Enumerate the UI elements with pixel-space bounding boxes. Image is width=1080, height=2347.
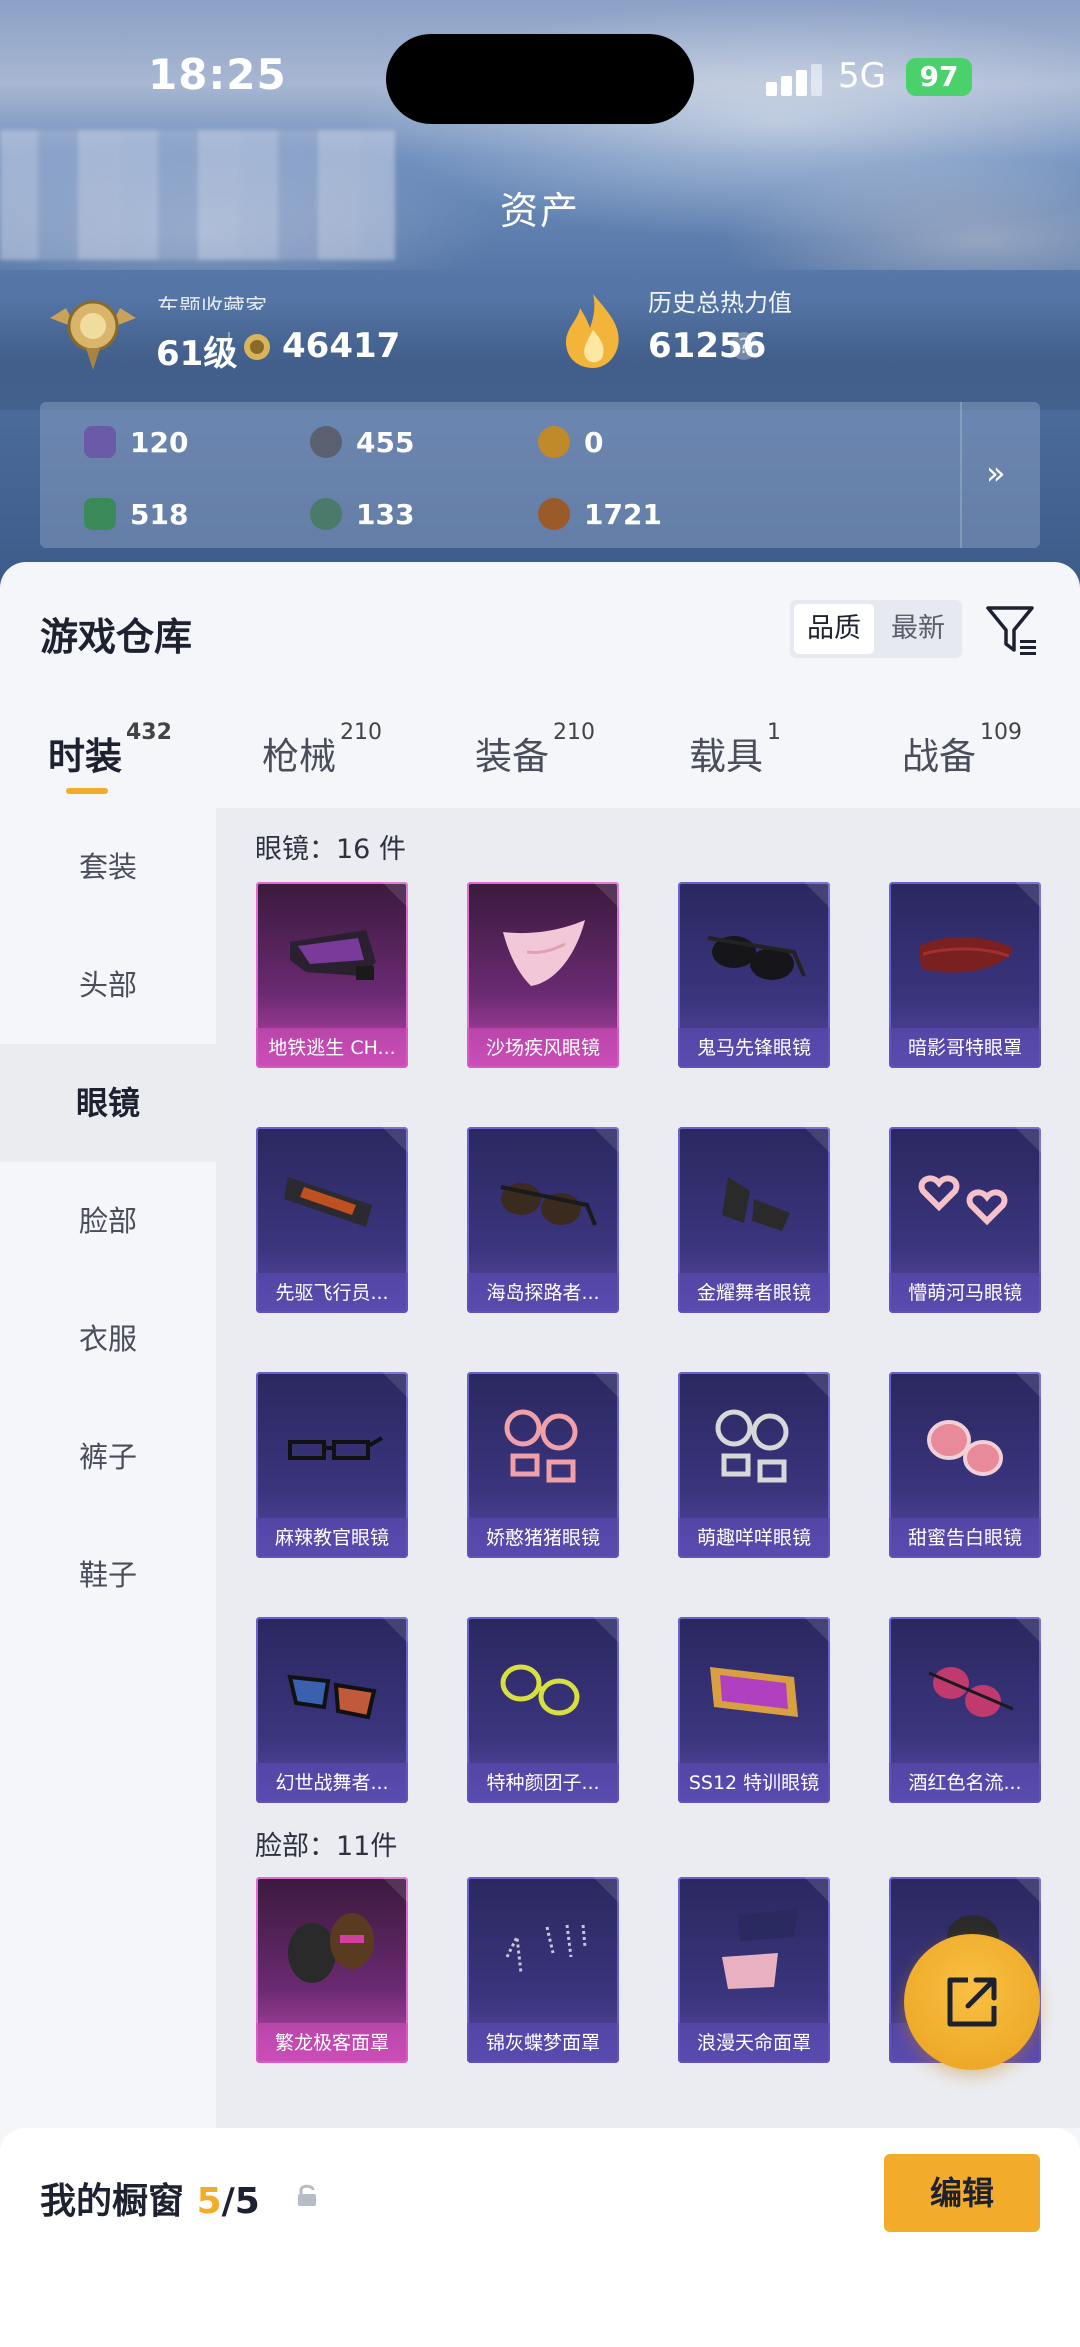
- heart-glasses-icon: [918, 1175, 1008, 1226]
- pink-glasses-icon: [927, 1420, 1003, 1476]
- warehouse-title: 游戏仓库: [40, 615, 193, 659]
- blindfold-icon: [919, 937, 1013, 973]
- rank-badge-icon: [50, 300, 136, 370]
- yellow-glasses-icon: [500, 1664, 580, 1716]
- battery-indicator: 97: [906, 58, 972, 96]
- chain-mask-icon: [505, 1924, 587, 1974]
- sort-newest-option[interactable]: 最新: [878, 604, 958, 654]
- status-time: 18:25: [148, 50, 287, 99]
- item-card[interactable]: 幻世战舞者...: [256, 1617, 408, 1803]
- filter-icon[interactable]: [984, 602, 1040, 658]
- tab-fashion[interactable]: 时装432: [48, 720, 172, 780]
- item-card[interactable]: 萌趣咩咩眼镜: [678, 1372, 830, 1558]
- sunglasses-icon: [287, 1674, 377, 1720]
- item-card[interactable]: 鬼马先锋眼镜: [678, 882, 830, 1068]
- tab-guns[interactable]: 枪械210: [262, 720, 382, 780]
- mask-icon: [288, 1913, 374, 1983]
- page-title: 资产: [499, 189, 580, 233]
- green-card-icon: [84, 498, 116, 530]
- share-button[interactable]: [904, 1934, 1040, 2070]
- sunglasses-icon: [500, 1183, 597, 1226]
- camera-notch: [386, 34, 694, 124]
- item-card[interactable]: 娇憨猪猪眼镜: [467, 1372, 619, 1558]
- round-glasses-icon: [504, 1409, 578, 1483]
- resources-expand-button[interactable]: »: [960, 402, 1042, 548]
- sunglasses-icon: [707, 936, 806, 980]
- edit-button[interactable]: 编辑: [884, 2154, 1040, 2232]
- active-tab-indicator: [66, 788, 108, 794]
- item-card[interactable]: 地铁逃生 CH...: [256, 882, 408, 1068]
- lock-icon: [298, 2184, 316, 2206]
- badge-coin-icon: [244, 334, 270, 360]
- silver-coin-icon: [310, 426, 342, 458]
- showcase-title: 我的橱窗 5/5: [40, 2181, 260, 2222]
- sort-toggle: 品质 最新: [790, 600, 962, 658]
- item-card[interactable]: 金耀舞者眼镜: [678, 1127, 830, 1313]
- item-card[interactable]: 繁龙极客面罩: [256, 1877, 408, 2063]
- item-card[interactable]: 懵萌河马眼镜: [889, 1127, 1041, 1313]
- item-card[interactable]: 酒红色名流...: [889, 1617, 1041, 1803]
- section-label-glasses: 眼镜：16 件: [255, 834, 406, 865]
- bronze-coin-icon: [538, 498, 570, 530]
- external-link-icon: [947, 1977, 997, 2027]
- item-card[interactable]: 甜蜜告白眼镜: [889, 1372, 1041, 1558]
- face-mask-icon: [722, 1909, 798, 1989]
- sidebar-item-pants[interactable]: 裤子: [0, 1398, 216, 1516]
- section-label-face: 脸部：11件: [255, 1831, 398, 1862]
- sidebar-item-clothes[interactable]: 衣服: [0, 1280, 216, 1398]
- category-sidebar: 套装 头部 眼镜 脸部 衣服 裤子 鞋子: [0, 808, 216, 2128]
- collector-title: 车题收藏家: [157, 296, 268, 310]
- item-card[interactable]: 锦灰蝶梦面罩: [467, 1877, 619, 2063]
- round-glasses-icon: [715, 1409, 789, 1483]
- item-card[interactable]: 麻辣教官眼镜: [256, 1372, 408, 1558]
- item-card[interactable]: 海岛探路者...: [467, 1127, 619, 1313]
- aviator-goggles-icon: [284, 1177, 372, 1227]
- resource-panel: 120 455 0 518 133 1721 »: [40, 402, 1040, 548]
- network-type: 5G: [838, 56, 886, 96]
- help-icon[interactable]: ?: [730, 332, 758, 360]
- score-value: 46417: [282, 326, 401, 366]
- item-card[interactable]: SS12 特训眼镜: [678, 1617, 830, 1803]
- double-chevron-icon: »: [986, 454, 1006, 492]
- tab-equipment[interactable]: 装备210: [475, 720, 595, 780]
- sidebar-item-face[interactable]: 脸部: [0, 1162, 216, 1280]
- orb-icon: [310, 498, 342, 530]
- goggles-icon: [290, 930, 376, 980]
- sidebar-item-head[interactable]: 头部: [0, 926, 216, 1044]
- item-card[interactable]: 沙场疾风眼镜: [467, 882, 619, 1068]
- showcase-count: 5: [196, 2181, 222, 2222]
- item-card[interactable]: 浪漫天命面罩: [678, 1877, 830, 2063]
- level-value: 61级: [156, 334, 238, 374]
- sidebar-item-sets[interactable]: 套装: [0, 808, 216, 926]
- sort-quality-option[interactable]: 品质: [794, 604, 874, 654]
- divider: [228, 332, 230, 366]
- sidebar-item-glasses[interactable]: 眼镜: [0, 1044, 216, 1162]
- item-card[interactable]: 先驱飞行员...: [256, 1127, 408, 1313]
- gold-coin-icon: [538, 426, 570, 458]
- visor-icon: [503, 920, 585, 986]
- item-card[interactable]: 特种颜团子...: [467, 1617, 619, 1803]
- tab-vehicles[interactable]: 载具1: [689, 720, 781, 780]
- sidebar-item-shoes[interactable]: 鞋子: [0, 1516, 216, 1634]
- signal-icon: [766, 62, 824, 96]
- heat-label: 历史总热力值: [648, 289, 792, 317]
- flame-icon: [566, 294, 619, 368]
- tab-supplies[interactable]: 战备109: [902, 720, 1022, 780]
- rectangle-glasses-icon: [288, 1436, 383, 1460]
- goggles-icon: [710, 1667, 798, 1717]
- purple-card-icon: [84, 426, 116, 458]
- sunglasses-icon: [722, 1177, 790, 1231]
- red-glasses-icon: [928, 1667, 1014, 1717]
- item-card[interactable]: 暗影哥特眼罩: [889, 882, 1041, 1068]
